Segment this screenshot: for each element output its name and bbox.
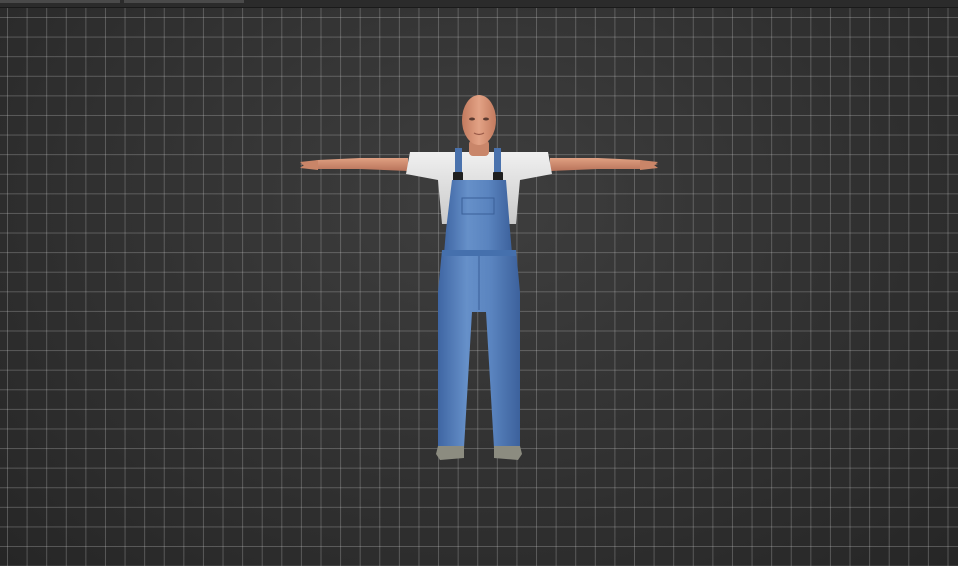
strap-buckle-right <box>493 172 503 181</box>
head <box>462 95 496 145</box>
character-model[interactable] <box>0 0 958 558</box>
boot-right <box>494 446 522 460</box>
overall-bib <box>444 180 512 254</box>
strap-buckle-left <box>453 172 463 181</box>
app-window <box>0 0 958 566</box>
waist-band <box>442 250 516 256</box>
left-arm <box>300 158 408 171</box>
boot-left <box>436 446 464 460</box>
right-arm <box>550 158 658 171</box>
